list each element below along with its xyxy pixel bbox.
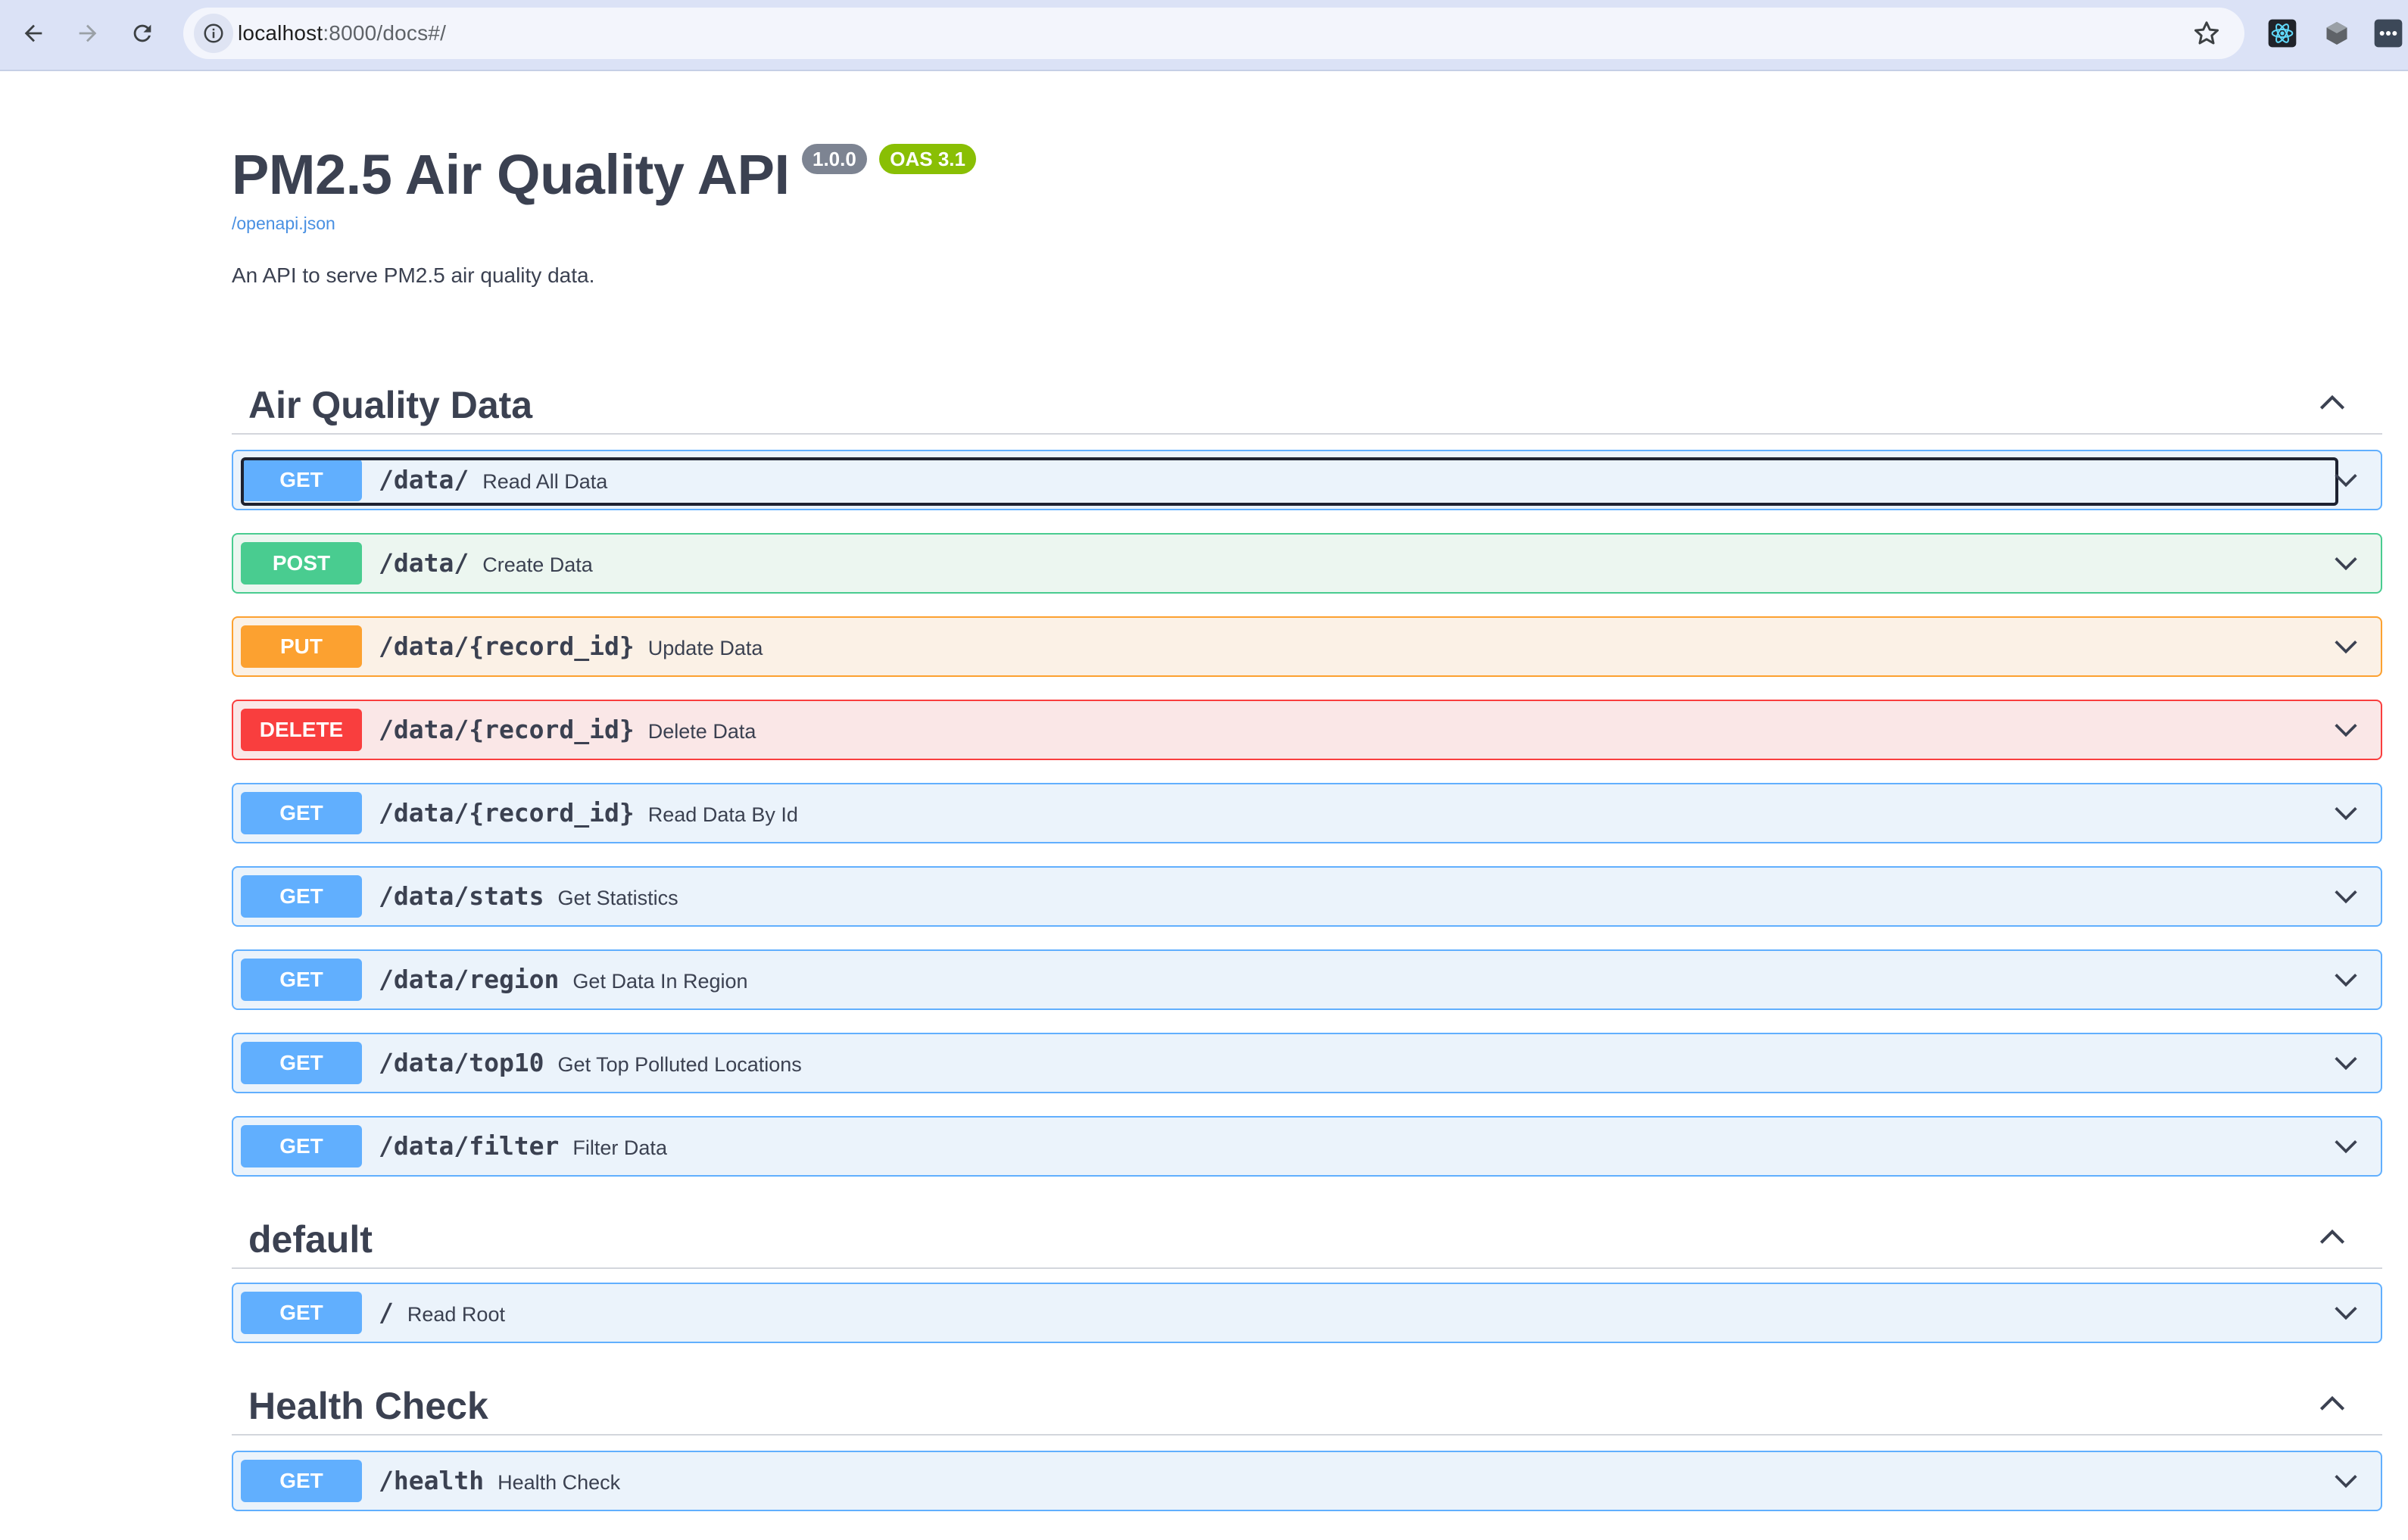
site-info-button[interactable] [194, 14, 233, 53]
chevron-down-icon[interactable] [2331, 798, 2361, 828]
method-badge: DELETE [241, 709, 362, 751]
operation-get-health[interactable]: GET /health Health Check [232, 1451, 2382, 1511]
tag-title: default [248, 1218, 373, 1261]
cube-extension-icon[interactable] [2319, 15, 2355, 51]
chevron-down-icon[interactable] [2331, 715, 2361, 745]
operation-path: /data/{record_id} Update Data [379, 631, 763, 661]
operation-get-data-filter[interactable]: GET /data/filter Filter Data [232, 1116, 2382, 1177]
operation-path: /data/stats Get Statistics [379, 881, 678, 911]
reload-button[interactable] [123, 14, 162, 53]
method-badge: GET [241, 959, 362, 1001]
chevron-down-icon[interactable] [2331, 465, 2361, 495]
arrow-left-icon [24, 24, 42, 42]
operation-summary: Get Data In Region [572, 970, 748, 993]
chevron-down-icon[interactable] [2331, 1048, 2361, 1078]
chevron-down-icon[interactable] [2331, 965, 2361, 995]
method-badge: GET [241, 1460, 362, 1502]
operation-get-root[interactable]: GET / Read Root [232, 1283, 2382, 1343]
chevron-down-icon[interactable] [2331, 548, 2361, 578]
operation-summary: Get Statistics [557, 887, 678, 909]
tag-title: Air Quality Data [248, 384, 533, 426]
oas-badge: OAS 3.1 [879, 144, 976, 174]
operation-path: /data/top10 Get Top Polluted Locations [379, 1048, 802, 1077]
url-host: localhost [238, 21, 323, 45]
tag-section-default[interactable]: default [232, 1199, 2382, 1269]
method-badge: GET [241, 792, 362, 834]
openapi-json-link[interactable]: /openapi.json [232, 214, 335, 234]
api-title: PM2.5 Air Quality API [232, 143, 790, 206]
chevron-down-icon[interactable] [2331, 631, 2361, 662]
back-button[interactable] [14, 14, 53, 53]
operation-path: /data/Read All Data [379, 465, 608, 494]
chevron-down-icon[interactable] [2331, 1298, 2361, 1328]
info-icon [204, 23, 223, 43]
method-badge: GET [241, 1042, 362, 1084]
chevron-down-icon[interactable] [2331, 1131, 2361, 1161]
operation-path: /data/filter Filter Data [379, 1131, 667, 1161]
address-bar[interactable]: localhost:8000/docs#/ [183, 8, 2244, 59]
tag-section-air-quality-data[interactable]: Air Quality Data [232, 365, 2382, 435]
operation-summary: Read Root [407, 1303, 505, 1326]
method-badge: GET [241, 1292, 362, 1334]
chevron-down-icon[interactable] [2331, 881, 2361, 912]
operation-put-data-record[interactable]: PUT /data/{record_id} Update Data [232, 616, 2382, 677]
operation-summary: Health Check [498, 1471, 621, 1494]
chevron-up-icon[interactable] [2316, 1387, 2349, 1420]
operation-get-data-stats[interactable]: GET /data/stats Get Statistics [232, 866, 2382, 927]
operation-get-data[interactable]: GET /data/Read All Data [232, 450, 2382, 510]
react-devtools-extension-icon[interactable] [2264, 15, 2300, 51]
operation-summary: Update Data [647, 637, 763, 659]
bookmark-star-icon[interactable] [2191, 18, 2222, 48]
url-text[interactable]: localhost:8000/docs#/ [238, 8, 446, 59]
chevron-down-icon[interactable] [2331, 1466, 2361, 1496]
operation-summary: Read Data By Id [647, 803, 798, 826]
version-badge: 1.0.0 [802, 144, 867, 174]
method-badge: POST [241, 542, 362, 585]
operation-delete-data-record[interactable]: DELETE /data/{record_id} Delete Data [232, 700, 2382, 760]
operation-summary: Filter Data [572, 1136, 667, 1159]
chevron-up-icon[interactable] [2316, 1220, 2349, 1254]
operation-path: / Read Root [379, 1298, 505, 1327]
operation-path: /data/{record_id} Read Data By Id [379, 798, 798, 828]
operation-summary: Delete Data [647, 720, 756, 743]
reload-icon [133, 24, 151, 42]
operation-path: /data/Create Data [379, 548, 593, 578]
operation-get-data-top10[interactable]: GET /data/top10 Get Top Polluted Location… [232, 1033, 2382, 1093]
operation-get-data-region[interactable]: GET /data/region Get Data In Region [232, 949, 2382, 1010]
method-badge: PUT [241, 625, 362, 668]
url-path: :8000/docs#/ [323, 21, 447, 45]
api-info-header: PM2.5 Air Quality API 1.0.0 OAS 3.1 [232, 142, 976, 207]
method-badge: GET [241, 875, 362, 918]
operation-summary: Read All Data [482, 470, 608, 493]
arrow-right-icon [79, 24, 97, 42]
api-description: An API to serve PM2.5 air quality data. [232, 263, 595, 287]
operation-path: /data/{record_id} Delete Data [379, 715, 756, 744]
operation-path: /health Health Check [379, 1466, 621, 1495]
operation-path: /data/region Get Data In Region [379, 965, 748, 994]
browser-toolbar: localhost:8000/docs#/ [0, 0, 2408, 71]
operation-post-data[interactable]: POST /data/Create Data [232, 533, 2382, 594]
method-badge: GET [241, 1125, 362, 1167]
extensions-menu-icon[interactable] [2370, 15, 2406, 51]
tag-section-health-check[interactable]: Health Check [232, 1366, 2382, 1436]
operation-get-data-record[interactable]: GET /data/{record_id} Read Data By Id [232, 783, 2382, 843]
method-badge: GET [241, 459, 362, 501]
operation-summary: Create Data [482, 553, 593, 576]
operation-summary: Get Top Polluted Locations [557, 1053, 802, 1076]
chevron-up-icon[interactable] [2316, 386, 2349, 419]
forward-button[interactable] [68, 14, 108, 53]
tag-title: Health Check [248, 1385, 488, 1427]
